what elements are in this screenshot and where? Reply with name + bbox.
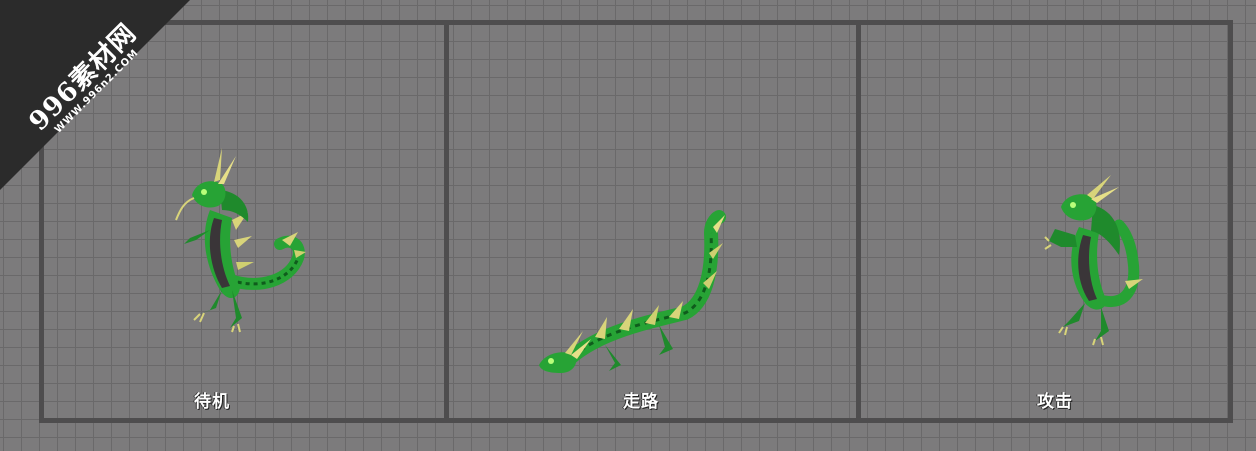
- idle-label: 待机: [194, 392, 230, 412]
- walk-label: 走路: [623, 392, 659, 412]
- watermark: 996素材网 WWW.996n2.COM: [0, 0, 200, 200]
- attack-panel: 攻击: [861, 25, 1228, 418]
- dragon-walk-sprite-icon: [539, 210, 726, 373]
- dragon-attack-sprite-icon: [1044, 175, 1143, 346]
- attack-label: 攻击: [1037, 392, 1073, 412]
- walk-panel: 走路: [449, 25, 856, 418]
